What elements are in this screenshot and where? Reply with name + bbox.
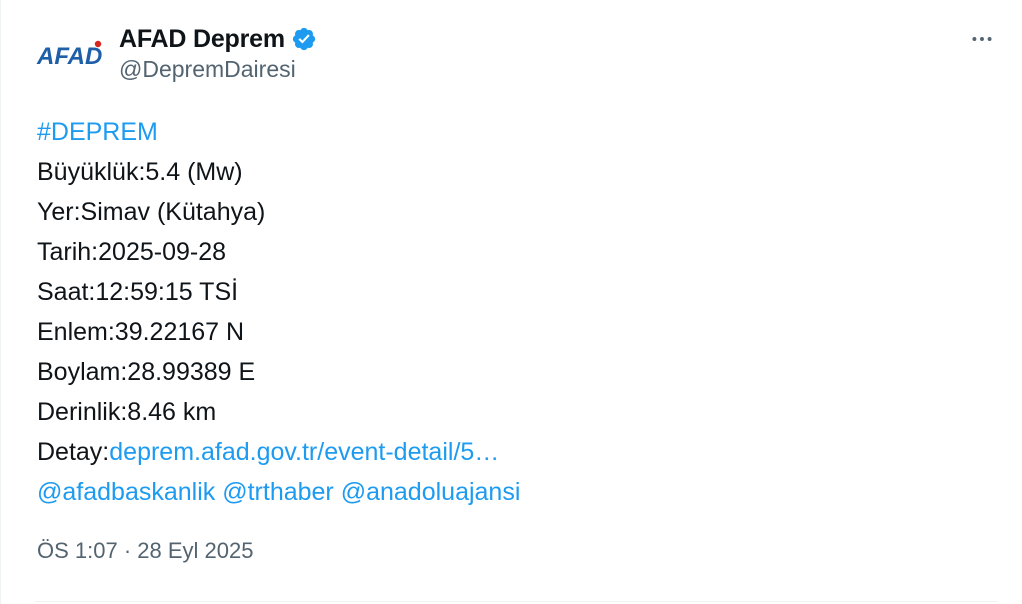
divider xyxy=(35,601,998,602)
latitude-line: Enlem:39.22167 N xyxy=(37,318,245,346)
hashtag-link[interactable]: #DEPREM xyxy=(37,118,158,146)
detail-link[interactable]: deprem.afad.gov.tr/event-detail/5… xyxy=(109,438,499,466)
mention-link[interactable]: @afadbaskanlik xyxy=(37,478,215,506)
location-line: Yer:Simav (Kütahya) xyxy=(37,198,266,226)
depth-line: Derinlik:8.46 km xyxy=(37,398,217,426)
verified-badge-icon[interactable] xyxy=(291,26,317,52)
afad-logo: AFAD xyxy=(36,40,102,70)
tweet-card: AFAD AFAD Deprem @DepremDairesi #DEPREM xyxy=(0,0,1022,604)
svg-text:AFAD: AFAD xyxy=(36,43,102,70)
logo-dot xyxy=(94,40,102,48)
tweet-header: AFAD AFAD Deprem @DepremDairesi xyxy=(1,0,1022,110)
detail-line: Detay:deprem.afad.gov.tr/event-detail/5… xyxy=(37,432,520,472)
magnitude-line: Büyüklük:5.4 (Mw) xyxy=(37,158,243,186)
date-line: Tarih:2025-09-28 xyxy=(37,238,227,266)
tweet-text: #DEPREM Büyüklük:5.4 (Mw) Yer:Simav (Küt… xyxy=(37,112,520,512)
detail-label: Detay: xyxy=(37,438,110,466)
author-handle[interactable]: @DepremDairesi xyxy=(119,56,296,83)
author-name-row: AFAD Deprem xyxy=(119,22,317,56)
more-horizontal-icon xyxy=(972,37,992,41)
mention-link[interactable]: @trthaber xyxy=(222,478,334,506)
mention-link[interactable]: @anadoluajansi xyxy=(341,478,521,506)
mentions-line: @afadbaskanlik @trthaber @anadoluajansi xyxy=(37,472,520,512)
more-options-button[interactable] xyxy=(967,24,997,54)
longitude-line: Boylam:28.99389 E xyxy=(37,358,256,386)
time-line: Saat:12:59:15 TSİ xyxy=(37,278,239,306)
avatar[interactable]: AFAD xyxy=(35,24,105,84)
tweet-timestamp[interactable]: ÖS 1:07 · 28 Eyl 2025 xyxy=(37,538,253,564)
author-display-name[interactable]: AFAD Deprem xyxy=(119,25,285,54)
